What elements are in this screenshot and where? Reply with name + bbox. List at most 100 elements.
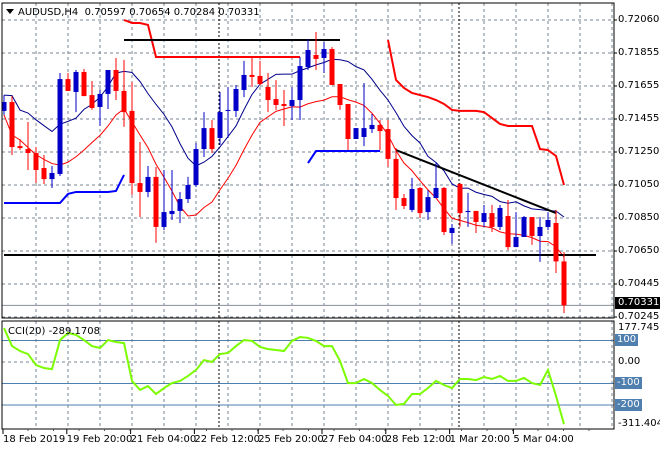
candle-body [441, 187, 447, 233]
candle-body [473, 210, 479, 222]
bull-candle [57, 72, 63, 176]
bull-candle [145, 166, 151, 198]
candle-body [153, 176, 159, 227]
bear-candle [417, 186, 423, 219]
high-value: 0.70654 [129, 7, 171, 18]
open-value: 0.70597 [84, 7, 127, 18]
cci-line [3, 327, 565, 425]
candle-body [209, 128, 215, 150]
price-axis-label: 0.70650 [618, 245, 660, 256]
resistance-stop-line [387, 39, 565, 186]
candle-body [417, 187, 423, 214]
bull-candle [497, 204, 503, 231]
price-axis-label: 0.71855 [618, 47, 660, 58]
candle-body [9, 102, 15, 148]
bear-candle [9, 96, 15, 155]
candle-body [489, 213, 495, 227]
candle-body [561, 261, 567, 306]
candle-body [289, 100, 295, 106]
bull-candle [161, 170, 167, 231]
bull-candle [193, 142, 199, 187]
bear-candle [41, 154, 47, 185]
candle-body [529, 217, 535, 237]
bull-candle [217, 91, 223, 145]
cci-axis-100: 100 [615, 334, 639, 346]
candle-body [89, 95, 95, 108]
price-axis-label: 0.70445 [618, 278, 660, 289]
upper-moving-average-line [3, 58, 565, 218]
candle-body [137, 183, 143, 192]
bear-candle [505, 200, 511, 251]
candle-body [393, 158, 399, 199]
bull-candle [241, 60, 247, 98]
candle-body [537, 226, 543, 237]
candle-body [233, 88, 239, 111]
candle-body [65, 79, 71, 91]
candle-body [265, 86, 271, 101]
time-axis-label: 25 Feb 20:00 [258, 434, 324, 445]
bear-candle [153, 167, 159, 243]
candle-body [353, 128, 359, 139]
bear-candle [393, 148, 399, 210]
candle-body [345, 103, 351, 139]
support-stop-line [4, 174, 125, 205]
bear-candle [113, 57, 119, 101]
bear-candle [377, 120, 383, 151]
candle-body [545, 220, 551, 227]
bull-candle [321, 41, 327, 73]
dropdown-triangle-icon[interactable] [6, 9, 14, 14]
time-axis-label: 5 Mar 04:00 [513, 434, 574, 445]
candle-body [401, 198, 407, 206]
candle-body [329, 49, 335, 86]
bear-candle [209, 120, 215, 154]
cci-plot [3, 327, 565, 425]
bear-candle [345, 103, 351, 151]
bear-candle [385, 120, 391, 168]
chart-header: AUDUSD,H4 0.70597 0.70654 0.70284 0.7033… [6, 7, 260, 18]
candle-body [249, 74, 255, 77]
candle-body [201, 128, 207, 150]
candle-body [281, 103, 287, 106]
time-axis-label: 21 Feb 04:00 [130, 434, 197, 445]
candle-body [513, 236, 519, 248]
bull-candle [97, 89, 103, 126]
time-axis-label: 27 Feb 04:00 [322, 434, 388, 445]
bear-candle [473, 210, 479, 234]
bear-candle [137, 141, 143, 218]
candle-body [185, 185, 191, 200]
candle-body [433, 187, 439, 199]
bear-candle [337, 84, 343, 110]
candle-body [481, 213, 487, 222]
time-axis-label: 19 Feb 20:00 [66, 434, 133, 445]
bull-candle [545, 212, 551, 231]
candle-body [553, 222, 559, 262]
candle-body [457, 184, 463, 214]
cci-axis-top: 177.7451 [618, 322, 660, 333]
close-value: 0.70331 [218, 7, 260, 18]
candle-body [73, 71, 79, 92]
candle-body [241, 74, 247, 90]
candle-body [193, 149, 199, 186]
bull-candle [353, 128, 359, 139]
bull-candle [361, 83, 367, 147]
candle-body [505, 216, 511, 248]
bull-candle [481, 204, 487, 227]
bull-candle [289, 86, 295, 120]
bear-candle [65, 72, 71, 91]
bear-candle [529, 217, 535, 245]
bear-candle [129, 82, 135, 195]
candle-body [369, 124, 375, 130]
candle-body [145, 176, 151, 192]
chart-canvas[interactable] [0, 0, 660, 450]
candle-body [25, 149, 31, 154]
candle-body [257, 75, 263, 85]
price-axis-label: 0.71655 [618, 80, 660, 91]
bear-candle [121, 59, 127, 127]
candle-body [377, 124, 383, 132]
bear-candle [401, 193, 407, 209]
candle-body [81, 71, 87, 97]
bull-candle [225, 86, 231, 138]
bull-candle [425, 189, 431, 220]
candle-body [297, 66, 303, 101]
cci-axis-bottom: -311.4049 [618, 418, 660, 429]
